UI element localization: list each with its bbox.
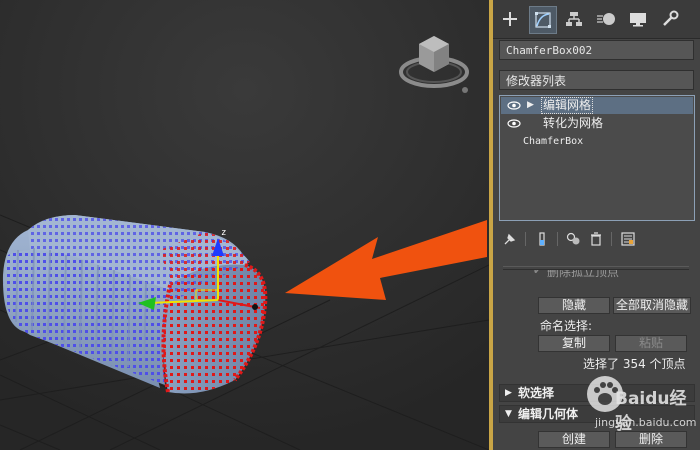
tab-create[interactable] — [497, 6, 523, 32]
watermark: Baidu经验 jingyan.baidu.com — [585, 372, 697, 434]
hide-button[interactable]: 隐藏 — [538, 297, 610, 314]
show-end-result-icon — [539, 232, 545, 246]
object-name-field[interactable]: ChamferBox002 — [499, 40, 694, 60]
rollout-title: 软选择 — [518, 386, 555, 400]
expand-triangle-icon: ▶ — [505, 388, 512, 398]
stack-item-chamferbox[interactable]: ChamferBox — [501, 133, 693, 150]
checkbox-icon: ✔ — [533, 270, 543, 277]
modifier-stack: ▶ 编辑网格 转化为网格 ChamferBox — [499, 95, 695, 221]
tab-hierarchy[interactable] — [561, 6, 587, 32]
viewport-perspective[interactable]: z — [0, 0, 489, 450]
rollout-title: 编辑几何体 — [518, 407, 579, 421]
stack-item-label: 编辑网格 — [541, 97, 594, 114]
modifier-list-dropdown[interactable]: 修改器列表 — [499, 70, 694, 90]
copy-button[interactable]: 复制 — [538, 335, 610, 352]
pin-stack-button[interactable] — [501, 230, 519, 248]
command-panel-tabs — [493, 0, 700, 39]
delete-isolated-vertices-row[interactable]: ✔ 删除孤立顶点 — [533, 270, 693, 286]
collapse-triangle-icon: ▼ — [505, 409, 512, 419]
make-unique-icon — [566, 232, 580, 245]
plus-icon — [503, 12, 517, 26]
command-panel: ChamferBox002 修改器列表 ▶ 编辑网格 转化为网格 Chamfer… — [493, 0, 700, 450]
named-selections-label: 命名选择: — [540, 319, 593, 333]
make-unique-button[interactable] — [565, 230, 583, 248]
tab-modify[interactable] — [529, 6, 557, 34]
modify-curve-icon — [535, 12, 551, 28]
tab-utilities[interactable] — [657, 6, 683, 32]
gizmo-z-label: z — [221, 228, 227, 238]
stack-item-edit-mesh[interactable]: ▶ 编辑网格 — [501, 97, 693, 114]
tab-display[interactable] — [625, 6, 651, 32]
stack-item-convert-to-mesh[interactable]: 转化为网格 — [501, 115, 693, 132]
stack-item-label: ChamferBox — [523, 136, 584, 147]
configure-modifier-sets-button[interactable] — [619, 230, 637, 248]
remove-modifier-icon — [591, 232, 601, 246]
create-button[interactable]: 创建 — [538, 431, 610, 448]
pin-icon — [504, 233, 516, 245]
delete-isolated-label: 删除孤立顶点 — [547, 270, 620, 279]
stack-toolbar — [501, 230, 691, 250]
viewport-scene — [0, 0, 489, 450]
unhide-all-button[interactable]: 全部取消隐藏 — [613, 297, 691, 314]
watermark-url: jingyan.baidu.com — [595, 416, 697, 429]
remove-modifier-button[interactable] — [587, 230, 605, 248]
show-end-result-button[interactable] — [533, 230, 551, 248]
display-monitor-icon — [630, 13, 646, 27]
tab-motion[interactable] — [593, 6, 619, 32]
expand-triangle-icon[interactable]: ▶ — [527, 97, 534, 114]
motion-icon — [597, 13, 615, 25]
stack-item-label: 转化为网格 — [543, 116, 604, 130]
wrench-icon — [663, 10, 679, 26]
selection-status-text: 选择了 354 个顶点 — [583, 357, 686, 371]
paste-button[interactable]: 粘贴 — [615, 335, 687, 352]
hierarchy-icon — [566, 12, 582, 26]
configure-sets-icon — [621, 232, 635, 246]
